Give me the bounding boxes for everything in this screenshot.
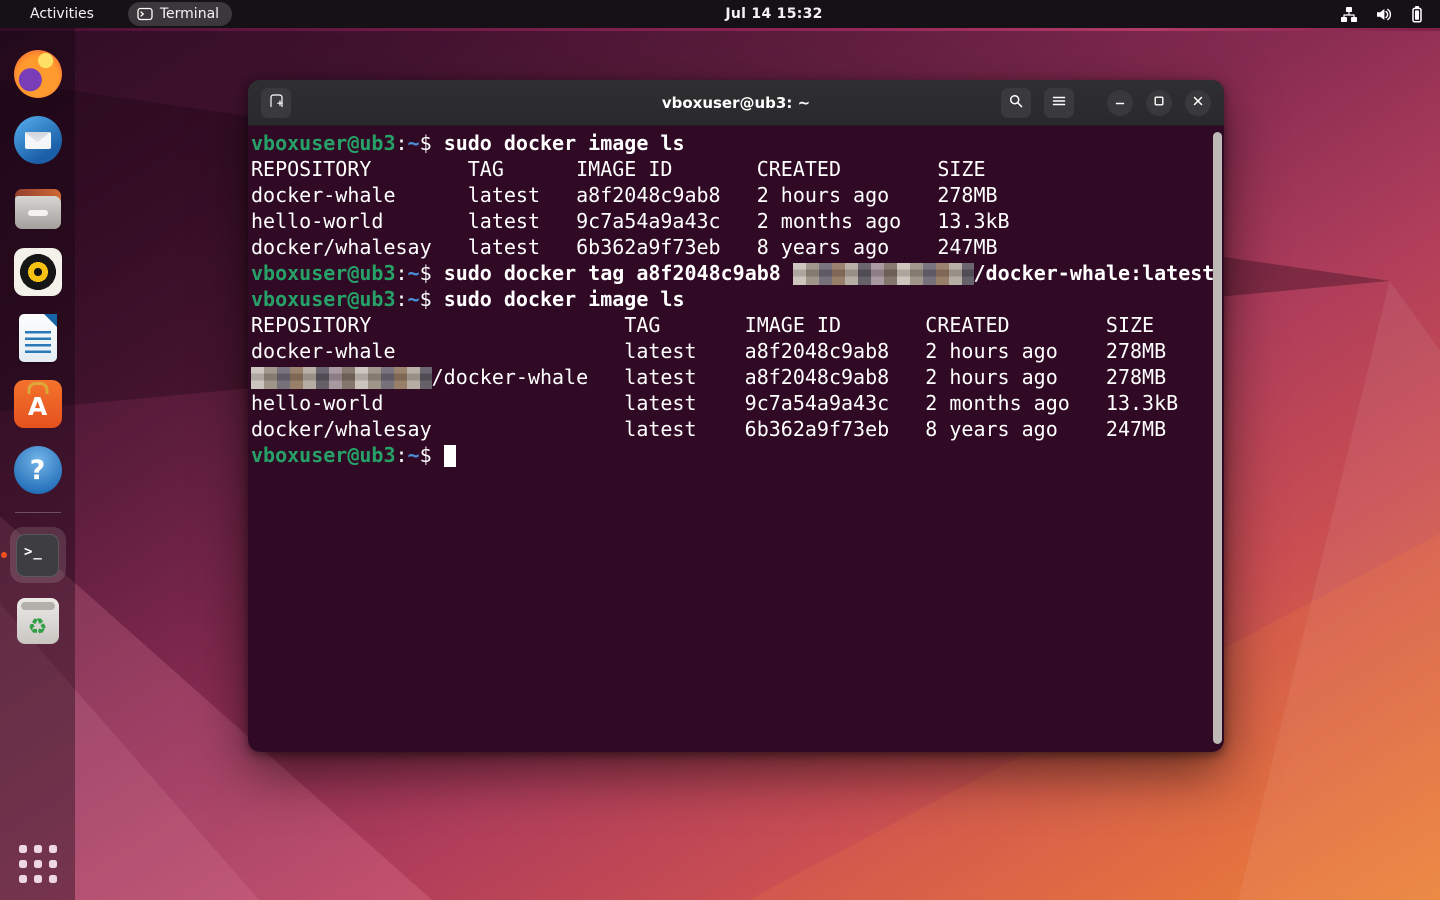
terminal-line: docker-whale latest a8f2048c9ab8 2 hours… — [251, 182, 1224, 208]
terminal-text: hello-world latest 9c7a54a9a43c 2 months… — [251, 391, 1178, 415]
help-glyph: ? — [30, 455, 46, 486]
close-button[interactable] — [1185, 90, 1211, 116]
dock-item-help[interactable]: ? — [14, 446, 62, 494]
terminal-line: docker-whale latest a8f2048c9ab8 2 hours… — [251, 338, 1224, 364]
terminal-text: vboxuser@ub3 — [251, 261, 396, 285]
terminal-line: REPOSITORY TAG IMAGE ID CREATED SIZE — [251, 156, 1224, 182]
battery-icon — [1410, 5, 1424, 23]
minimize-button[interactable] — [1107, 90, 1133, 116]
redacted-username-block — [793, 263, 974, 285]
network-wired-icon — [1340, 6, 1358, 23]
terminal-text: $ — [420, 443, 444, 467]
activities-button[interactable]: Activities — [22, 4, 102, 24]
terminal-text: /docker-whale:latest — [974, 261, 1215, 285]
software-letter: A — [28, 392, 47, 421]
terminal-text: vboxuser@ub3 — [251, 131, 396, 155]
terminal-text: ~ — [408, 443, 420, 467]
terminal-text: sudo docker tag a8f2048c9ab8 — [444, 261, 793, 285]
help-question-icon: ? — [14, 446, 62, 494]
thunderbird-icon — [14, 116, 62, 164]
dock-item-ubuntu-software[interactable]: A — [14, 380, 62, 428]
terminal-text: REPOSITORY TAG IMAGE ID CREATED SIZE — [251, 313, 1154, 337]
trash-icon: ♻ — [17, 598, 59, 644]
focused-app-menu[interactable]: Terminal — [128, 2, 232, 26]
recycle-glyph: ♻ — [28, 617, 48, 639]
dock-item-libreoffice-writer[interactable] — [14, 314, 62, 362]
hamburger-menu-icon — [1051, 93, 1067, 113]
terminal-text: /docker-whale latest a8f2048c9ab8 2 hour… — [432, 365, 1167, 389]
libreoffice-writer-document-icon — [19, 314, 57, 362]
terminal-text: ~ — [408, 287, 420, 311]
search-button[interactable] — [1001, 88, 1031, 118]
terminal-text: : — [396, 287, 408, 311]
dock-item-files[interactable] — [14, 182, 62, 230]
ubuntu-software-icon: A — [14, 380, 62, 428]
terminal-line: /docker-whale latest a8f2048c9ab8 2 hour… — [251, 364, 1224, 390]
show-applications-button[interactable] — [19, 845, 57, 883]
focused-app-label: Terminal — [160, 6, 219, 22]
dock-item-firefox[interactable] — [14, 50, 62, 98]
terminal-text: $ — [420, 287, 444, 311]
terminal-line: REPOSITORY TAG IMAGE ID CREATED SIZE — [251, 312, 1224, 338]
terminal-icon: >_ — [16, 534, 59, 577]
terminal-text: $ — [420, 131, 444, 155]
terminal-text: $ — [420, 261, 444, 285]
volume-icon — [1375, 6, 1393, 23]
terminal-text: vboxuser@ub3 — [251, 443, 396, 467]
scrollbar-thumb[interactable] — [1213, 132, 1222, 744]
rhythmbox-speaker-icon — [14, 248, 62, 296]
menu-button[interactable] — [1044, 88, 1074, 118]
terminal-text: : — [396, 261, 408, 285]
terminal-line: vboxuser@ub3:~$ sudo docker tag a8f2048c… — [251, 260, 1224, 286]
maximize-button[interactable] — [1146, 90, 1172, 116]
terminal-line: docker/whalesay latest 6b362a9f73eb 8 ye… — [251, 234, 1224, 260]
running-indicator-dot — [1, 552, 7, 558]
terminal-prompt-glyph: >_ — [24, 544, 43, 560]
terminal-text: REPOSITORY TAG IMAGE ID CREATED SIZE — [251, 157, 986, 181]
terminal-text: docker-whale latest a8f2048c9ab8 2 hours… — [251, 183, 998, 207]
system-status-area[interactable] — [1340, 5, 1424, 23]
title-bar[interactable]: vboxuser@ub3: ~ — [248, 80, 1224, 126]
terminal-line: hello-world latest 9c7a54a9a43c 2 months… — [251, 208, 1224, 234]
terminal-text: sudo docker image ls — [444, 287, 685, 311]
terminal-text: sudo docker image ls — [444, 131, 685, 155]
files-folder-icon — [15, 189, 61, 229]
terminal-text: docker/whalesay latest 6b362a9f73eb 8 ye… — [251, 235, 998, 259]
firefox-icon — [14, 50, 62, 98]
terminal-line: docker/whalesay latest 6b362a9f73eb 8 ye… — [251, 416, 1224, 442]
dock-item-terminal[interactable]: >_ — [10, 527, 66, 583]
terminal-text: : — [396, 131, 408, 155]
terminal-output[interactable]: vboxuser@ub3:~$ sudo docker image lsREPO… — [248, 126, 1224, 752]
terminal-text: docker-whale latest a8f2048c9ab8 2 hours… — [251, 339, 1166, 363]
terminal-line: vboxuser@ub3:~$ sudo docker image ls — [251, 130, 1224, 156]
terminal-text: hello-world latest 9c7a54a9a43c 2 months… — [251, 209, 1010, 233]
terminal-line: vboxuser@ub3:~$ — [251, 442, 1224, 468]
close-icon — [1191, 93, 1205, 112]
dock-item-thunderbird[interactable] — [14, 116, 62, 164]
new-tab-button[interactable] — [261, 88, 291, 118]
dock-item-trash[interactable]: ♻ — [14, 597, 62, 645]
terminal-text: ~ — [408, 261, 420, 285]
terminal-line: hello-world latest 9c7a54a9a43c 2 months… — [251, 390, 1224, 416]
dock-item-rhythmbox[interactable] — [14, 248, 62, 296]
maximize-icon — [1152, 93, 1166, 112]
desktop: Activities Terminal Jul 14 15:32 — [0, 0, 1440, 900]
terminal-icon — [137, 6, 153, 22]
new-tab-icon — [268, 92, 285, 113]
dock-separator — [15, 512, 61, 513]
top-bar: Activities Terminal Jul 14 15:32 — [0, 0, 1440, 28]
clock[interactable]: Jul 14 15:32 — [725, 6, 822, 22]
terminal-text: ~ — [408, 131, 420, 155]
dock: A ? >_ ♻ — [0, 28, 75, 900]
terminal-text: : — [396, 443, 408, 467]
terminal-text: docker/whalesay latest 6b362a9f73eb 8 ye… — [251, 417, 1166, 441]
search-icon — [1008, 93, 1024, 113]
minimize-icon — [1113, 93, 1127, 112]
redacted-username-block — [251, 367, 432, 389]
terminal-line: vboxuser@ub3:~$ sudo docker image ls — [251, 286, 1224, 312]
terminal-cursor — [444, 445, 456, 467]
terminal-window: vboxuser@ub3: ~ — [248, 80, 1224, 752]
terminal-text: vboxuser@ub3 — [251, 287, 396, 311]
